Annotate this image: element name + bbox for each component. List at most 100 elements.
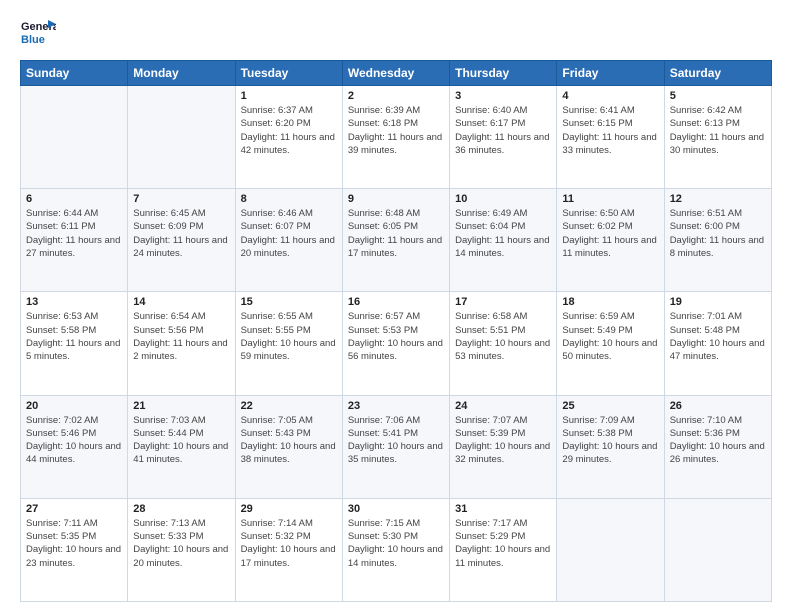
- sunrise-text: Sunrise: 6:41 AM: [562, 105, 634, 116]
- sunset-text: Sunset: 6:17 PM: [455, 118, 525, 129]
- day-number: 23: [348, 400, 444, 412]
- day-info: Sunrise: 6:55 AMSunset: 5:55 PMDaylight:…: [241, 310, 337, 363]
- calendar-week-row: 1Sunrise: 6:37 AMSunset: 6:20 PMDaylight…: [21, 86, 772, 189]
- day-info: Sunrise: 7:10 AMSunset: 5:36 PMDaylight:…: [670, 414, 766, 467]
- weekday-header: Saturday: [664, 61, 771, 86]
- day-info: Sunrise: 7:17 AMSunset: 5:29 PMDaylight:…: [455, 517, 551, 570]
- sunrise-text: Sunrise: 6:48 AM: [348, 208, 420, 219]
- day-number: 3: [455, 90, 551, 102]
- calendar-cell: 1Sunrise: 6:37 AMSunset: 6:20 PMDaylight…: [235, 86, 342, 189]
- day-number: 12: [670, 193, 766, 205]
- daylight-text: Daylight: 11 hours and 36 minutes.: [455, 132, 549, 156]
- daylight-text: Daylight: 11 hours and 17 minutes.: [348, 235, 442, 259]
- daylight-text: Daylight: 10 hours and 23 minutes.: [26, 544, 121, 568]
- svg-text:Blue: Blue: [21, 34, 45, 46]
- sunset-text: Sunset: 6:00 PM: [670, 221, 740, 232]
- calendar-cell: 11Sunrise: 6:50 AMSunset: 6:02 PMDayligh…: [557, 189, 664, 292]
- sunrise-text: Sunrise: 6:57 AM: [348, 311, 420, 322]
- day-number: 17: [455, 296, 551, 308]
- sunset-text: Sunset: 6:20 PM: [241, 118, 311, 129]
- calendar-cell: 16Sunrise: 6:57 AMSunset: 5:53 PMDayligh…: [342, 292, 449, 395]
- sunrise-text: Sunrise: 7:11 AM: [26, 518, 98, 529]
- sunset-text: Sunset: 5:55 PM: [241, 325, 311, 336]
- day-info: Sunrise: 7:07 AMSunset: 5:39 PMDaylight:…: [455, 414, 551, 467]
- sunrise-text: Sunrise: 7:09 AM: [562, 415, 634, 426]
- calendar-cell: 20 Sunrise: 7:02 AMSunset: 5:46 PMDayligh…: [21, 395, 128, 498]
- calendar-week-row: 20 Sunrise: 7:02 AMSunset: 5:46 PMDayligh…: [21, 395, 772, 498]
- daylight-text: Daylight: 11 hours and 39 minutes.: [348, 132, 442, 156]
- day-info: Sunrise: 7:11 AMSunset: 5:35 PMDaylight:…: [26, 517, 122, 570]
- calendar-cell: 28Sunrise: 7:13 AMSunset: 5:33 PMDayligh…: [128, 498, 235, 601]
- sunrise-text: Sunrise: 7:01 AM: [670, 311, 742, 322]
- calendar-cell: [557, 498, 664, 601]
- day-info: Sunrise: 6:41 AMSunset: 6:15 PMDaylight:…: [562, 104, 658, 157]
- sunrise-text: Sunrise: 6:55 AM: [241, 311, 313, 322]
- day-number: 25: [562, 400, 658, 412]
- sunrise-text: Sunrise: 7:05 AM: [241, 415, 313, 426]
- sunset-text: Sunset: 5:49 PM: [562, 325, 632, 336]
- day-info: Sunrise: 6:54 AMSunset: 5:56 PMDaylight:…: [133, 310, 229, 363]
- sunrise-text: Sunrise: 6:37 AM: [241, 105, 313, 116]
- sunrise-text: Sunrise: 6:51 AM: [670, 208, 742, 219]
- calendar-cell: 27Sunrise: 7:11 AMSunset: 5:35 PMDayligh…: [21, 498, 128, 601]
- sunset-text: Sunset: 6:07 PM: [241, 221, 311, 232]
- daylight-text: Daylight: 10 hours and 53 minutes.: [455, 338, 550, 362]
- day-info: Sunrise: 6:51 AM Sunset: 6:00 PM Daylight:…: [670, 207, 766, 260]
- calendar-cell: 22Sunrise: 7:05 AMSunset: 5:43 PMDayligh…: [235, 395, 342, 498]
- day-info: Sunrise: 6:49 AMSunset: 6:04 PMDaylight:…: [455, 207, 551, 260]
- sunset-text: Sunset: 5:30 PM: [348, 531, 418, 542]
- sunset-text: Sunset: 5:44 PM: [133, 428, 203, 439]
- calendar-cell: 8Sunrise: 6:46 AMSunset: 6:07 PMDaylight…: [235, 189, 342, 292]
- day-number: 24: [455, 400, 551, 412]
- daylight-text: Daylight: 10 hours and 32 minutes.: [455, 441, 550, 465]
- calendar-cell: 24 Sunrise: 7:07 AMSunset: 5:39 PMDayligh…: [450, 395, 557, 498]
- calendar-cell: 5Sunrise: 6:42 AMSunset: 6:13 PMDaylight…: [664, 86, 771, 189]
- header: General Blue: [20, 16, 772, 52]
- sunrise-text: Sunrise: 7:13 AM: [133, 518, 205, 529]
- sunrise-text: Sunrise: 7:15 AM: [348, 518, 420, 529]
- day-info: Sunrise: 7:15 AM Sunset: 5:30 PM Daylight:…: [348, 517, 444, 570]
- sunrise-text: Sunrise: 6:49 AM: [455, 208, 527, 219]
- day-info: Sunrise: 6:42 AMSunset: 6:13 PMDaylight:…: [670, 104, 766, 157]
- sunset-text: Sunset: 6:04 PM: [455, 221, 525, 232]
- page: General Blue SundayMondayTuesdayWednesda…: [0, 0, 792, 612]
- day-number: 30: [348, 503, 444, 515]
- day-info: Sunrise: 7:01 AMSunset: 5:48 PMDaylight:…: [670, 310, 766, 363]
- daylight-text: Daylight: 11 hours and 8 minutes.: [670, 235, 764, 259]
- daylight-text: Daylight: 10 hours and 20 minutes.: [133, 544, 228, 568]
- day-info: Sunrise: 6:37 AMSunset: 6:20 PMDaylight:…: [241, 104, 337, 157]
- day-info: Sunrise: 7:09 AMSunset: 5:38 PMDaylight:…: [562, 414, 658, 467]
- day-info: Sunrise: 7:06 AMSunset: 5:41 PMDaylight:…: [348, 414, 444, 467]
- daylight-text: Daylight: 11 hours and 2 minutes.: [133, 338, 227, 362]
- day-info: Sunrise: 7:02 AMSunset: 5:46 PMDaylight:…: [26, 414, 122, 467]
- daylight-text: Daylight: 10 hours and 44 minutes.: [26, 441, 121, 465]
- day-info: Sunrise: 7:13 AMSunset: 5:33 PMDaylight:…: [133, 517, 229, 570]
- day-info: Sunrise: 7:03 AMSunset: 5:44 PMDaylight:…: [133, 414, 229, 467]
- calendar-week-row: 27Sunrise: 7:11 AMSunset: 5:35 PMDayligh…: [21, 498, 772, 601]
- sunrise-text: Sunrise: 7:07 AM: [455, 415, 527, 426]
- day-number: 16: [348, 296, 444, 308]
- daylight-text: Daylight: 11 hours and 11 minutes.: [562, 235, 656, 259]
- daylight-text: Daylight: 10 hours and 14 minutes.: [348, 544, 443, 568]
- daylight-text: Daylight: 11 hours and 33 minutes.: [562, 132, 656, 156]
- weekday-header: Wednesday: [342, 61, 449, 86]
- day-info: Sunrise: 6:45 AMSunset: 6:09 PMDaylight:…: [133, 207, 229, 260]
- sunset-text: Sunset: 6:13 PM: [670, 118, 740, 129]
- logo: General Blue: [20, 16, 56, 52]
- daylight-text: Daylight: 11 hours and 5 minutes.: [26, 338, 120, 362]
- day-number: 20: [26, 400, 122, 412]
- day-info: Sunrise: 6:53 AMSunset: 5:58 PMDaylight:…: [26, 310, 122, 363]
- daylight-text: Daylight: 10 hours and 26 minutes.: [670, 441, 765, 465]
- daylight-text: Daylight: 10 hours and 35 minutes.: [348, 441, 443, 465]
- calendar-cell: 31Sunrise: 7:17 AMSunset: 5:29 PMDayligh…: [450, 498, 557, 601]
- day-number: 29: [241, 503, 337, 515]
- sunset-text: Sunset: 5:32 PM: [241, 531, 311, 542]
- sunset-text: Sunset: 5:53 PM: [348, 325, 418, 336]
- calendar-cell: 29Sunrise: 7:14 AMSunset: 5:32 PMDayligh…: [235, 498, 342, 601]
- day-info: Sunrise: 6:44 AMSunset: 6:11 PMDaylight:…: [26, 207, 122, 260]
- calendar-cell: 21Sunrise: 7:03 AMSunset: 5:44 PMDayligh…: [128, 395, 235, 498]
- day-info: Sunrise: 6:39 AMSunset: 6:18 PMDaylight:…: [348, 104, 444, 157]
- daylight-text: Daylight: 10 hours and 41 minutes.: [133, 441, 228, 465]
- daylight-text: Daylight: 11 hours and 24 minutes.: [133, 235, 227, 259]
- day-info: Sunrise: 6:58 AMSunset: 5:51 PMDaylight:…: [455, 310, 551, 363]
